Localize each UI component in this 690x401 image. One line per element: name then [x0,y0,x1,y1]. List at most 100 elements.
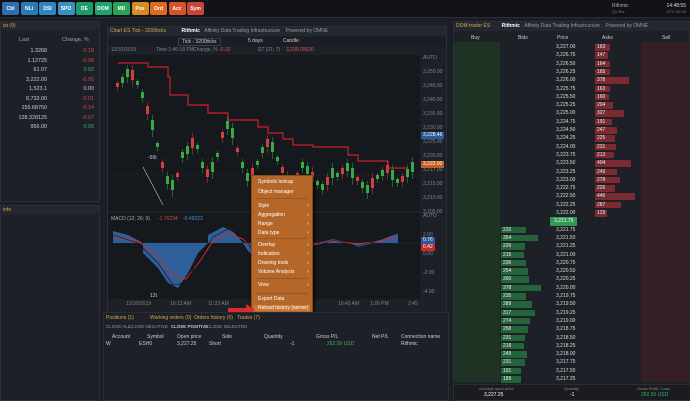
toolbar-button-nli[interactable]: NLi [20,2,38,15]
dom-bid-row[interactable]: 226 3,221.25 [454,242,686,250]
positions-action-button[interactable]: CLOSE NEGATIVE [129,324,168,329]
dom-bid-row[interactable]: 254 3,220.50 [454,267,686,275]
trend-line-1[interactable] [142,166,164,206]
toolbar-button-spo[interactable]: SPO [57,2,75,15]
positions-col-header[interactable]: Gross P/L [316,334,338,340]
dom-bid-row[interactable]: 218 3,218.25 [454,342,686,350]
menu-item-aggregation[interactable]: Aggregation [258,212,285,218]
positions-col-header[interactable]: Connection name [401,334,440,340]
dom-bid-row[interactable]: 231 3,218.50 [454,334,686,342]
dom-bid-row[interactable]: 249 3,218.00 [454,350,686,358]
toolbar-button-md[interactable]: MD [113,2,130,15]
dom-col-sell[interactable]: Sell [662,35,670,41]
dom-ask-row[interactable]: 3,226.00 378 [454,76,686,84]
col-change[interactable]: Change, % [62,36,89,45]
toolbar-button-pos[interactable]: Pos [131,2,149,15]
macd-axis[interactable]: AUTO 2.00 0.00 -2.00 -4.00 [422,213,448,299]
dom-ask-row[interactable]: 3,223.00 278 [454,176,686,184]
dom-ask-row[interactable]: 3,225.00 327 [454,109,686,117]
watchlist-row[interactable]: 8,733.00 -0.01 [1,95,99,104]
watchlist-row[interactable]: 1.3268 -0.18 [1,47,99,56]
dom-bid-row[interactable]: 289 3,219.50 [454,300,686,308]
dom-bid-row[interactable]: 215 3,221.00 [454,251,686,259]
menu-item-view[interactable]: View [258,282,269,288]
dom-bid-row[interactable]: 236 3,220.75 [454,259,686,267]
dom-ask-row[interactable]: 3,224.75 191 [454,118,686,126]
dom-col-buy[interactable]: Buy [471,35,480,41]
watchlist-row[interactable]: 1,523.1 0.00 [1,85,99,94]
watchlist-row[interactable]: 155.68750 -0.14 [1,104,99,113]
dom-ask-row[interactable]: 3,227.00 163 [454,43,686,51]
watchlist-row[interactable]: 3,222.00 -0.05 [1,76,99,85]
dom-ask-row[interactable]: 3,225.75 163 [454,85,686,93]
dom-bid-row[interactable]: 260 3,220.25 [454,275,686,283]
positions-action-button[interactable]: CLOSE ALL [106,324,130,329]
toolbar-button-de[interactable]: DE [76,2,93,15]
dom-ask-row[interactable]: 3,223.50 404 [454,159,686,167]
menu-item-range[interactable]: Range [258,221,273,227]
dom-bid-row[interactable]: 232 3,221.75 [454,226,686,234]
dom-ask-row[interactable]: 3,224.25 225 [454,134,686,142]
dom-col-bids[interactable]: Bids [518,35,528,41]
dom-ask-row[interactable]: 3,222.50 446 [454,192,686,200]
watchlist-row[interactable]: 128.328125 -0.07 [1,114,99,123]
toolbar-button-dom[interactable]: DOM [94,2,112,15]
dom-bid-row[interactable]: 378 3,220.00 [454,284,686,292]
dom-bid-row[interactable]: 354 3,221.50 [454,234,686,242]
dom-bid-row[interactable]: 231 3,217.75 [454,358,686,366]
dom-ask-row[interactable]: 3,222.00 129 [454,209,686,217]
dom-ask-row[interactable]: 3,223.25 249 [454,168,686,176]
positions-tab[interactable]: Trades (7) [237,315,260,321]
positions-tab[interactable]: Positions (1) [106,315,134,321]
menu-item-object-manager[interactable]: Object manager [258,189,294,195]
dom-bid-row[interactable]: 258 3,218.75 [454,325,686,333]
positions-tab[interactable]: Orders history (0) [194,315,233,321]
watchlist-row[interactable]: 61.07 0.02 [1,66,99,75]
positions-col-header[interactable]: Account [112,334,130,340]
positions-col-header[interactable]: Open price [177,334,201,340]
watchlist-row[interactable]: 956.00 0.05 [1,123,99,132]
dom-current-price-row[interactable]: 3,221.75 [454,217,686,226]
style-select[interactable]: Candle [283,38,299,44]
dom-bid-row[interactable]: 189 3,217.25 [454,375,686,383]
col-last[interactable]: Last [19,36,29,45]
dom-bid-row[interactable]: 235 3,219.75 [454,292,686,300]
dom-bid-row[interactable]: 274 3,219.00 [454,317,686,325]
dom-col-asks[interactable]: Asks [602,35,613,41]
dom-ask-row[interactable]: 3,222.75 226 [454,184,686,192]
positions-col-header[interactable]: Symbol [147,334,164,340]
menu-item-indicators[interactable]: Indicators [258,251,280,257]
menu-item-overlay[interactable]: Overlay [258,242,275,248]
positions-action-button[interactable]: CLOSE SELECTED [207,324,247,329]
positions-tab[interactable]: Working orders (0) [150,315,191,321]
range-select[interactable]: 5 days [248,38,263,44]
positions-row[interactable]: W ESH0 3,227.25 Short -1 262.50 USD Rith… [104,341,448,349]
positions-col-header[interactable]: Side [222,334,232,340]
positions-action-button[interactable]: CLOSE POSITIVE [171,324,208,329]
menu-item-drawing-tools[interactable]: Drawing tools [258,260,288,266]
menu-item-export-data[interactable]: Export Data [258,296,284,302]
aggregation-select[interactable]: Tick - 3200ticks [178,38,221,46]
dom-ask-row[interactable]: 3,226.25 165 [454,68,686,76]
menu-item-symbols-lookup[interactable]: Symbols lookup [258,179,293,185]
positions-col-header[interactable]: Net P/L [372,334,389,340]
dom-ask-row[interactable]: 3,226.75 147 [454,51,686,59]
dom-ask-row[interactable]: 3,224.50 247 [454,126,686,134]
dom-ask-row[interactable]: 3,223.75 213 [454,151,686,159]
dom-ask-row[interactable]: 3,225.25 204 [454,101,686,109]
toolbar-button-dsi[interactable]: DSI [39,2,56,15]
connection-status[interactable]: Rithmic (3) 36s [612,3,629,14]
dom-ask-row[interactable]: 3,225.50 160 [454,93,686,101]
positions-col-header[interactable]: Quantity [264,334,283,340]
toolbar-button-sym[interactable]: Sym [187,2,204,15]
toolbar-button-cbl[interactable]: Cbl [2,2,19,15]
dom-bid-row[interactable]: 191 3,217.50 [454,367,686,375]
dom-ask-row[interactable]: 3,226.50 164 [454,60,686,68]
menu-item-reload-history-server[interactable]: Reload history (server) [254,305,310,311]
dom-col-price[interactable]: Price [557,35,568,41]
menu-item-style[interactable]: Style [258,203,269,209]
dom-ask-row[interactable]: 3,222.25 287 [454,201,686,209]
watchlist-row[interactable]: 1.12725 -0.08 [1,57,99,66]
toolbar-button-acc[interactable]: Acc [168,2,186,15]
dom-bid-row[interactable]: 317 3,219.25 [454,309,686,317]
